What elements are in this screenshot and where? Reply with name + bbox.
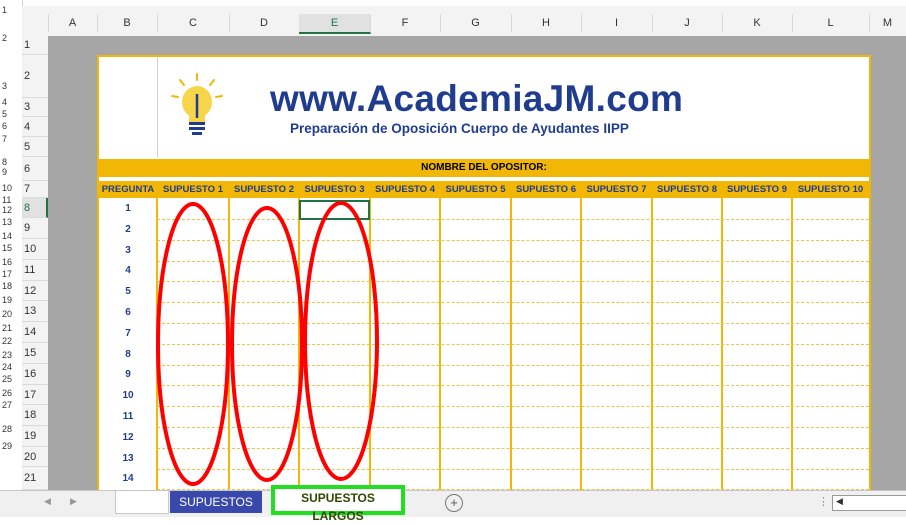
row-header-19[interactable]: 19: [22, 426, 48, 447]
scrollbar-left-arrow-icon[interactable]: ◀: [836, 496, 843, 507]
row-header-9[interactable]: 9: [22, 218, 48, 239]
row-header-16[interactable]: 16: [22, 364, 48, 385]
red-ellipse-supuesto-1: [156, 202, 230, 486]
sheet-tab-blank[interactable]: [115, 491, 169, 514]
scroll-right-icon[interactable]: ▶: [70, 496, 77, 507]
row-header-8[interactable]: 8: [22, 198, 48, 218]
row-header-18[interactable]: 18: [22, 405, 48, 426]
row-header-14[interactable]: 14: [22, 322, 48, 343]
split-handle-icon[interactable]: ⋮: [818, 495, 829, 508]
scroll-left-icon[interactable]: ◀: [44, 496, 51, 507]
row-header-3[interactable]: 3: [22, 98, 48, 117]
row-header-15[interactable]: 15: [22, 343, 48, 364]
row-header-11[interactable]: 11: [22, 260, 48, 281]
row-header-10[interactable]: 10: [22, 239, 48, 260]
row-header-2[interactable]: 2: [22, 55, 48, 98]
sheet-tab-supuestos-largos[interactable]: SUPUESTOS LARGOS: [271, 485, 405, 523]
red-ellipse-supuesto-2: [230, 206, 304, 482]
row-header-13[interactable]: 13: [22, 301, 48, 322]
row-header-17[interactable]: 17: [22, 385, 48, 405]
add-sheet-icon[interactable]: +: [445, 494, 463, 512]
row-header-12[interactable]: 12: [22, 281, 48, 301]
row-header-6[interactable]: 6: [22, 157, 48, 181]
sheet-tab-supuestos[interactable]: SUPUESTOS: [170, 491, 262, 513]
annotation-layer: [156, 201, 379, 486]
row-header-21[interactable]: 21: [22, 467, 48, 490]
sheet-tab-bar: ◀ ▶ SUPUESTOS SUPUESTOS LARGOS + ⋮ ◀: [0, 485, 906, 523]
horizontal-scrollbar[interactable]: ◀: [832, 495, 906, 511]
row-header-5[interactable]: 5: [22, 137, 48, 157]
row-header-20[interactable]: 20: [22, 447, 48, 467]
red-ellipse-supuesto-3: [303, 201, 379, 481]
row-header-1[interactable]: 1: [22, 36, 48, 55]
row-header-7[interactable]: 7: [22, 181, 48, 198]
row-header-4[interactable]: 4: [22, 117, 48, 137]
